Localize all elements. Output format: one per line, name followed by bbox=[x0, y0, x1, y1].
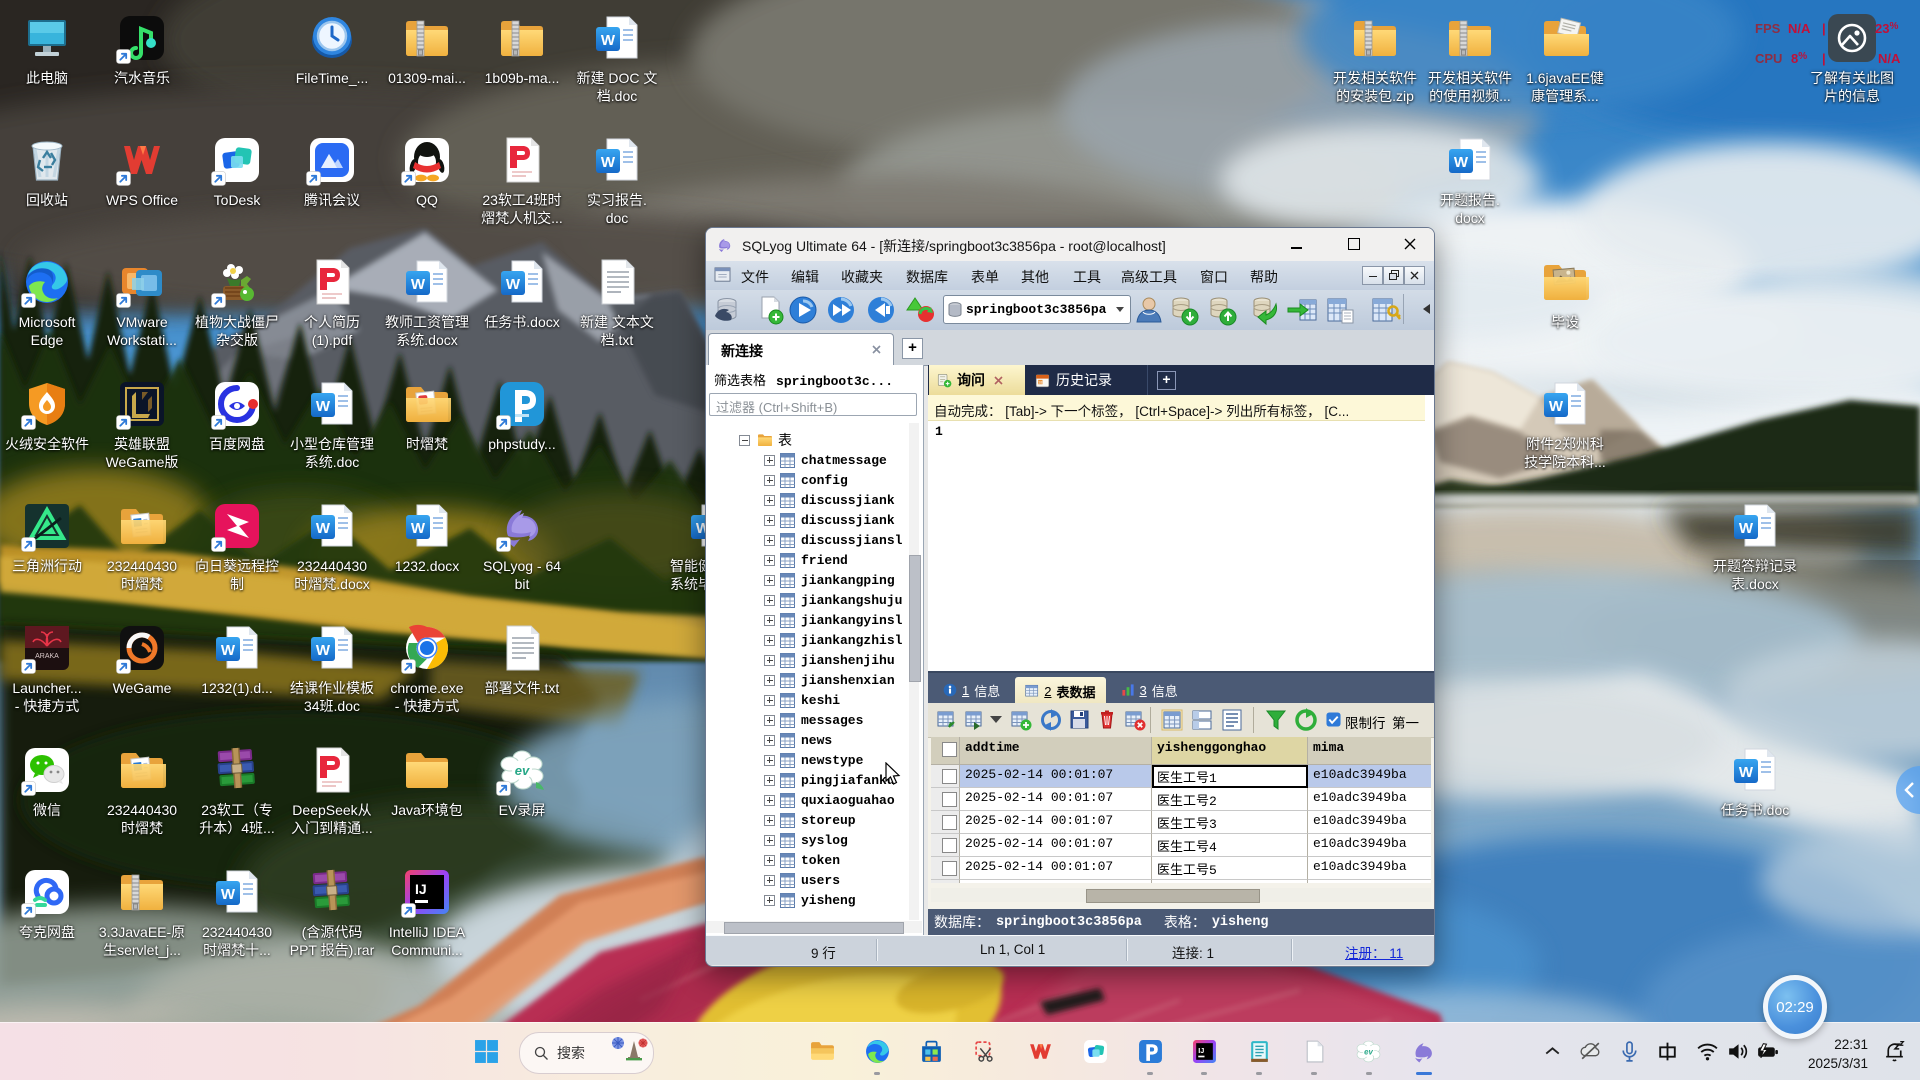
svg-text:ev: ev bbox=[1364, 1047, 1373, 1056]
svg-text:IJ: IJ bbox=[1198, 1046, 1204, 1055]
svg-text:18: 18 bbox=[1038, 380, 1042, 384]
